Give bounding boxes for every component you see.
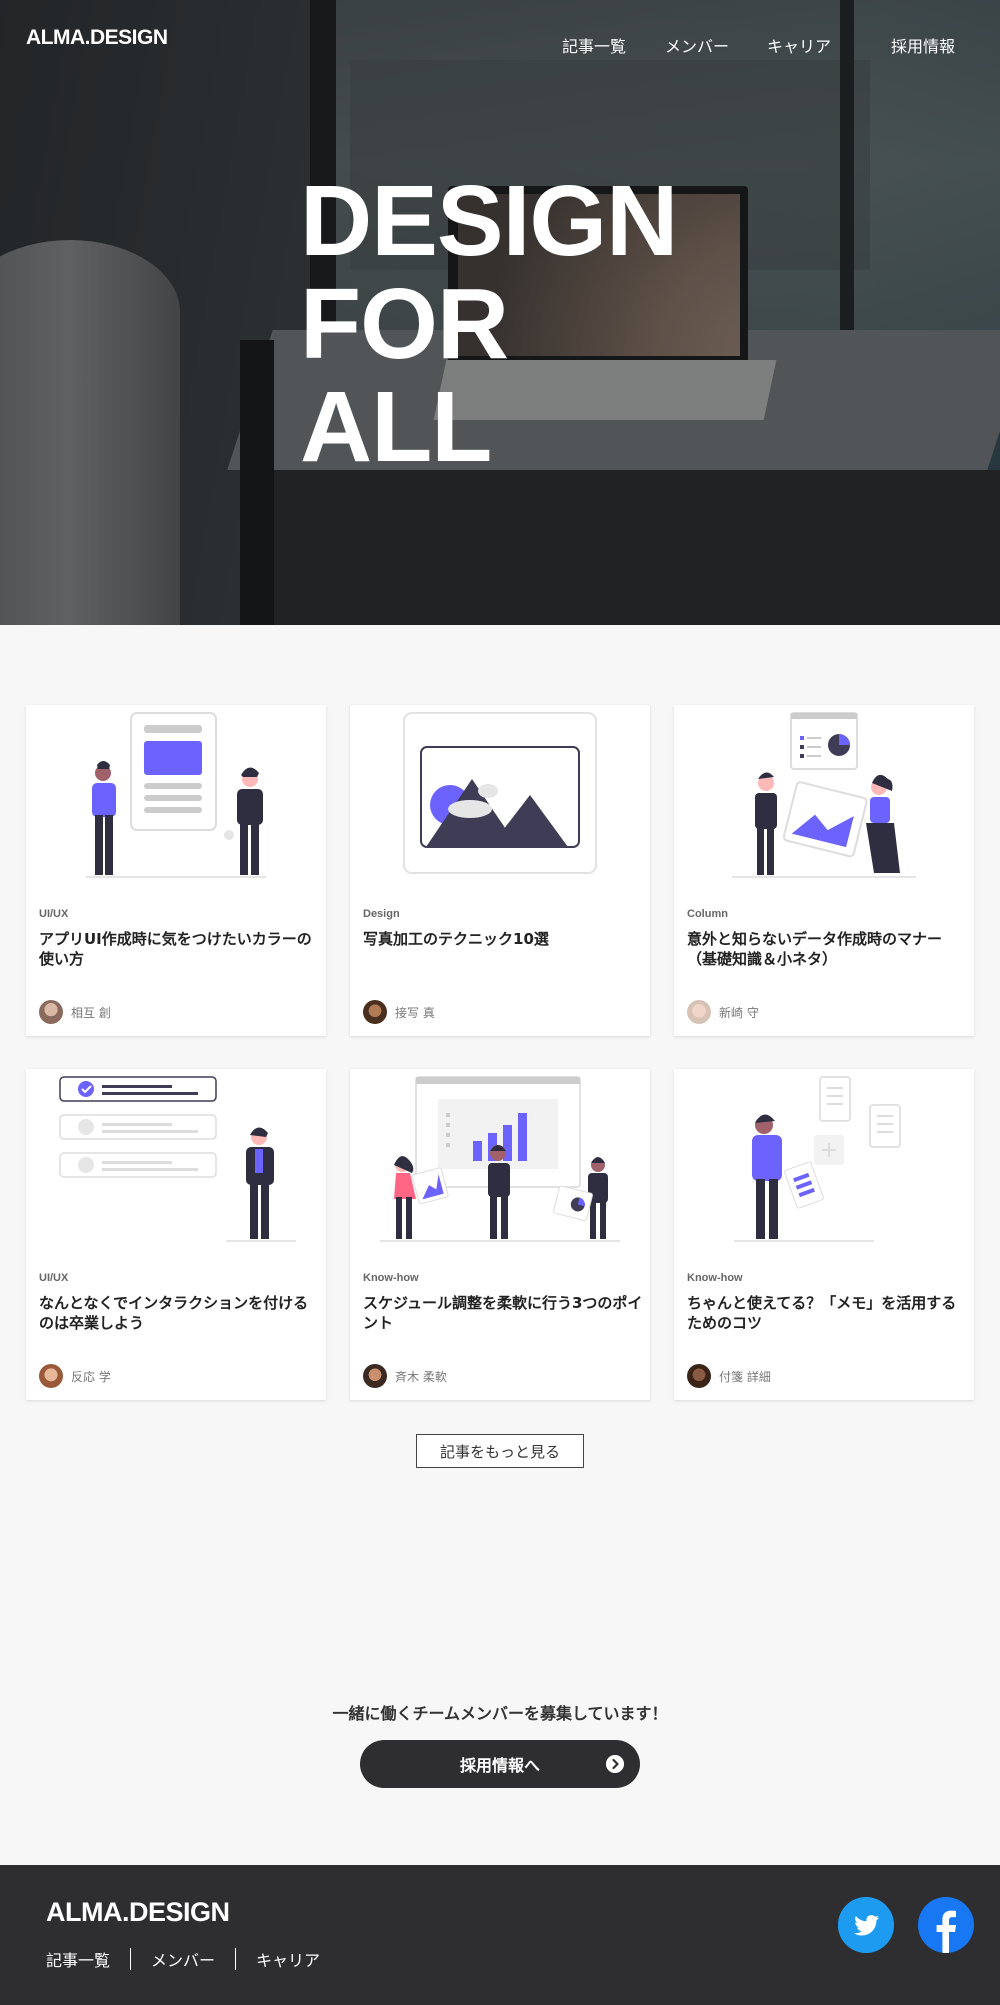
- article-author: 接写 真: [363, 1000, 435, 1024]
- article-category: UI/UX: [39, 908, 69, 920]
- footer-nav-divider: [235, 1948, 237, 1970]
- hero-title: DESIGN FOR ALL: [300, 165, 678, 483]
- article-category: Design: [363, 908, 400, 920]
- author-name: 接写 真: [395, 1005, 435, 1020]
- article-title[interactable]: 写真加工のテクニック10選: [363, 929, 643, 949]
- author-name: 相互 創: [71, 1005, 111, 1020]
- load-more-button[interactable]: 記事をもっと見る: [416, 1434, 584, 1468]
- twitter-icon[interactable]: [838, 1897, 894, 1953]
- article-category: Know-how: [363, 1272, 419, 1284]
- article-title[interactable]: なんとなくでインタラクションを付けるのは卒業しよう: [39, 1293, 319, 1333]
- nav-members[interactable]: メンバー: [665, 33, 729, 57]
- recruit-button[interactable]: 採用情報へ: [360, 1740, 640, 1788]
- nav-articles[interactable]: 記事一覧: [562, 33, 626, 57]
- article-category: Column: [687, 908, 728, 920]
- avatar: [363, 1364, 387, 1388]
- avatar: [687, 1000, 711, 1024]
- avatar: [39, 1364, 63, 1388]
- site-footer: ALMA.DESIGN 記事一覧 メンバー キャリア: [0, 1865, 1000, 2005]
- nav-career[interactable]: キャリア: [767, 33, 831, 57]
- article-card[interactable]: Know-how スケジュール調整を柔軟に行う3つのポイント 斉木 柔軟: [350, 1069, 650, 1400]
- footer-nav-members[interactable]: メンバー: [151, 1947, 215, 1971]
- nav-recruit[interactable]: 採用情報: [891, 33, 955, 57]
- article-author: 新崎 守: [687, 1000, 759, 1024]
- author-name: 斉木 柔軟: [395, 1369, 447, 1384]
- footer-logo[interactable]: ALMA.DESIGN: [46, 1897, 230, 1928]
- checklist-person-illustration: [59, 1076, 296, 1242]
- image-placeholder-illustration: [403, 712, 597, 874]
- author-name: 付箋 詳細: [719, 1369, 771, 1384]
- article-category: Know-how: [687, 1272, 743, 1284]
- notes-person-illustration: [734, 1076, 901, 1242]
- chevron-right-icon: [606, 1755, 624, 1773]
- article-author: 反応 学: [39, 1364, 111, 1388]
- footer-nav-divider: [130, 1948, 132, 1970]
- article-author: 付箋 詳細: [687, 1364, 771, 1388]
- article-author: 相互 創: [39, 1000, 111, 1024]
- hero-section: ALMA.DESIGN 記事一覧 メンバー キャリア 採用情報 DESIGN F…: [0, 0, 1000, 625]
- avatar: [39, 1000, 63, 1024]
- footer-nav: 記事一覧 メンバー キャリア: [46, 1947, 320, 1971]
- hero-title-line: ALL: [300, 371, 492, 483]
- article-card[interactable]: Design 写真加工のテクニック10選 接写 真: [350, 705, 650, 1036]
- data-presentation-illustration: [732, 712, 916, 878]
- article-author: 斉木 柔軟: [363, 1364, 447, 1388]
- hero-title-line: FOR: [300, 268, 509, 380]
- avatar: [687, 1364, 711, 1388]
- article-card[interactable]: Column 意外と知らないデータ作成時のマナー（基礎知識＆小ネタ） 新崎 守: [674, 705, 974, 1036]
- article-category: UI/UX: [39, 1272, 69, 1284]
- article-card[interactable]: Know-how ちゃんと使えてる？「メモ」を活用するためのコツ 付箋 詳細: [674, 1069, 974, 1400]
- author-name: 新崎 守: [719, 1005, 759, 1020]
- article-title[interactable]: 意外と知らないデータ作成時のマナー（基礎知識＆小ネタ）: [687, 929, 967, 969]
- facebook-icon[interactable]: [918, 1897, 974, 1953]
- article-title[interactable]: アプリUI作成時に気をつけたいカラーの使い方: [39, 929, 319, 969]
- team-chart-illustration: [380, 1076, 620, 1242]
- recruit-button-label: 採用情報へ: [459, 1756, 540, 1775]
- author-name: 反応 学: [71, 1369, 111, 1384]
- article-title[interactable]: ちゃんと使えてる？「メモ」を活用するためのコツ: [687, 1293, 967, 1333]
- article-card[interactable]: UI/UX なんとなくでインタラクションを付けるのは卒業しよう 反応 学: [26, 1069, 326, 1400]
- article-card[interactable]: UI/UX アプリUI作成時に気をつけたいカラーの使い方 相互 創: [26, 705, 326, 1036]
- article-title[interactable]: スケジュール調整を柔軟に行う3つのポイント: [363, 1293, 643, 1333]
- wireframe-people-illustration: [86, 712, 266, 878]
- site-logo[interactable]: ALMA.DESIGN: [26, 26, 168, 50]
- avatar: [363, 1000, 387, 1024]
- hero-title-line: DESIGN: [300, 165, 678, 277]
- recruit-message: 一緒に働くチームメンバーを募集しています！: [332, 1704, 668, 1723]
- footer-nav-articles[interactable]: 記事一覧: [46, 1947, 110, 1971]
- footer-nav-career[interactable]: キャリア: [256, 1947, 320, 1971]
